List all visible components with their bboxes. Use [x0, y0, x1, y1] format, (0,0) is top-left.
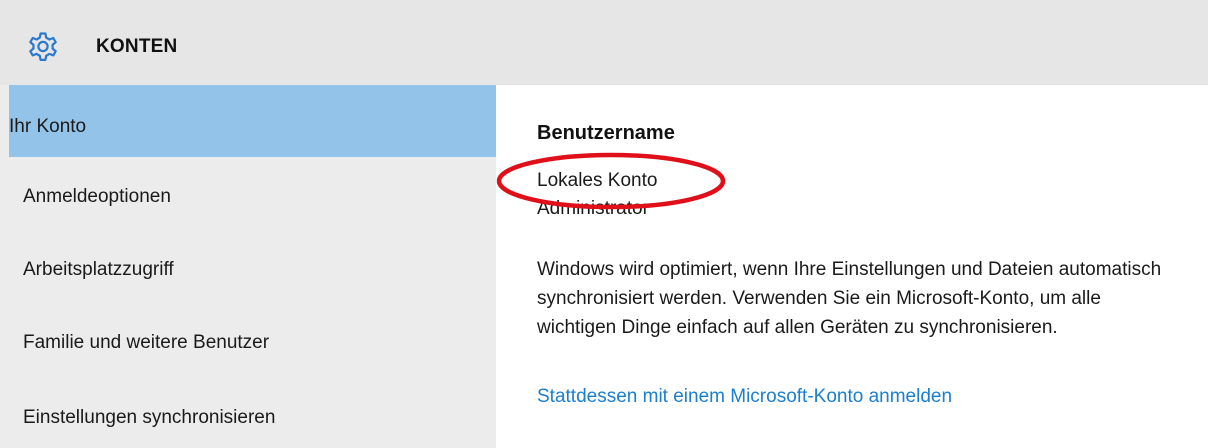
sync-description: Windows wird optimiert, wenn Ihre Einste…	[537, 259, 1162, 338]
sidebar-item-label: Familie und weitere Benutzer	[23, 332, 270, 353]
account-name: Administrator	[537, 198, 649, 215]
account-type: Lokales Konto	[537, 170, 658, 191]
page-title: KONTEN	[96, 36, 178, 57]
sidebar-item-familie[interactable]: Familie und weitere Benutzer	[9, 303, 496, 375]
sidebar-item-arbeitsplatzzugriff[interactable]: Arbeitsplatzzugriff	[9, 230, 496, 302]
header-bar: KONTEN	[0, 0, 1208, 85]
sidebar-item-label: Anmeldeoptionen	[23, 186, 171, 207]
gear-icon	[29, 32, 57, 61]
microsoft-account-signin-link[interactable]: Stattdessen mit einem Microsoft-Konto an…	[537, 385, 952, 409]
sidebar-item-label: Einstellungen synchronisieren	[23, 407, 276, 428]
sidebar: Ihr Konto Anmeldeoptionen Arbeitsplatzzu…	[0, 85, 496, 448]
sidebar-item-label: Arbeitsplatzzugriff	[23, 259, 174, 280]
sidebar-item-ihr-konto[interactable]: Ihr Konto	[9, 85, 496, 157]
section-title: Benutzername	[537, 122, 675, 144]
sidebar-item-label: Ihr Konto	[9, 116, 87, 137]
sidebar-item-synchronisieren[interactable]: Einstellungen synchronisieren	[9, 376, 496, 448]
sidebar-item-anmeldeoptionen[interactable]: Anmeldeoptionen	[9, 157, 496, 229]
main-content: Benutzername Lokales Konto Administrator…	[496, 85, 1208, 448]
